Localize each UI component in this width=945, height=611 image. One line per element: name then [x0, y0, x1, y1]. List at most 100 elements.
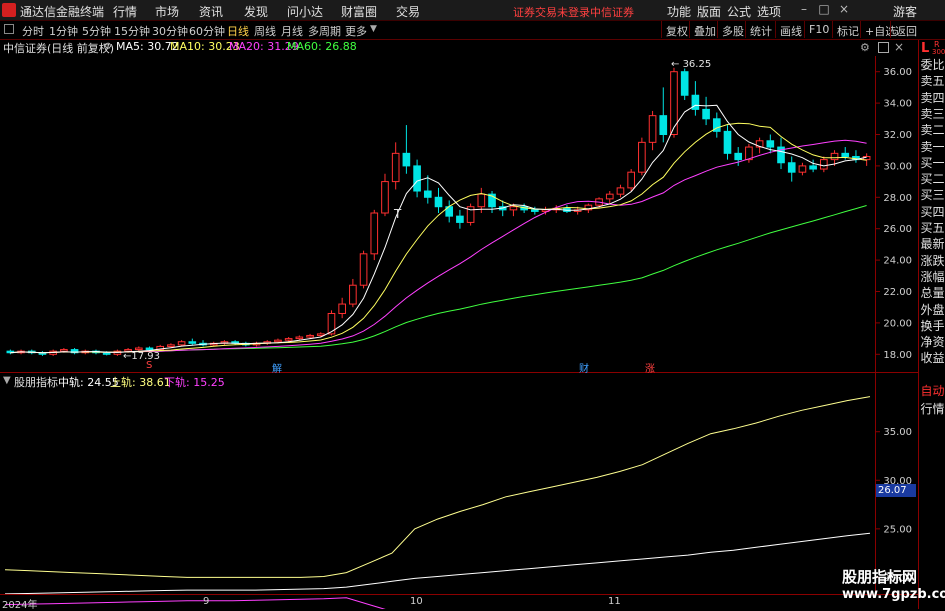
sidebar-item-12[interactable]: 涨跌 — [919, 253, 945, 269]
sidebar-item2-1[interactable]: 行情 — [919, 401, 945, 417]
candle-body-down — [102, 352, 111, 355]
sidebar-logo[interactable]: L — [921, 41, 929, 56]
low-price-label: ←17.93 — [123, 351, 161, 362]
candle-body-up — [798, 165, 807, 173]
sidebar-item-15[interactable]: 外盘 — [919, 302, 945, 318]
sidebar-item-1[interactable]: 卖五 — [919, 73, 945, 89]
sidebar-item-7[interactable]: 买二 — [919, 171, 945, 187]
price-tick-label: 34.00 — [883, 99, 912, 110]
price-tick-label: 20.00 — [883, 318, 912, 329]
price-tick-label: 22.00 — [883, 287, 912, 298]
price-tick-label: 28.00 — [883, 193, 912, 204]
sidebar-item-5[interactable]: 卖一 — [919, 139, 945, 155]
candle-body-down — [809, 165, 817, 170]
candle-body-down — [787, 162, 796, 173]
date-axis-divider — [0, 594, 918, 595]
indicator-title: 股朋指标 — [14, 376, 58, 389]
candle-body-up — [134, 347, 143, 351]
candle-body-up — [605, 193, 614, 200]
candle-body-up — [381, 181, 389, 214]
sidebar-item-18[interactable]: 收益 — [919, 350, 945, 366]
sidebar-item-6[interactable]: 买一 — [919, 155, 945, 171]
date-label-oct: 10 — [410, 596, 423, 607]
candle-body-up — [670, 71, 678, 135]
indicator-lower: 下轨: 15.25 — [164, 376, 225, 389]
ma5-line — [10, 104, 867, 354]
date-label-nov: 11 — [608, 596, 621, 607]
candle-body-down — [659, 115, 668, 136]
candle-body-down — [434, 196, 443, 208]
high-price-label: ← 36.25 — [671, 59, 712, 70]
candle-body-up — [60, 349, 68, 352]
sidebar-logo-num: 300 — [932, 48, 945, 56]
candle-body-down — [734, 152, 743, 161]
candle-body-up — [627, 171, 635, 189]
candle-body-up — [648, 115, 657, 143]
candle-body-down — [702, 108, 710, 120]
sidebar-item-13[interactable]: 涨幅 — [919, 269, 945, 285]
event-marker-s[interactable]: S — [146, 360, 152, 371]
event-marker-limit-up[interactable]: 涨 — [645, 360, 655, 375]
sidebar-item2-0[interactable]: 自动 — [919, 383, 945, 399]
candle-body-up — [177, 341, 186, 346]
indicator-tick-label: 35.00 — [883, 427, 912, 438]
candle-body-down — [402, 152, 411, 167]
event-marker-financial[interactable]: 财 — [579, 360, 589, 375]
sidebar-item-0[interactable]: 委比 — [919, 57, 945, 73]
indicator-line-mid — [4, 532, 871, 595]
price-tick-label: 36.00 — [883, 67, 912, 78]
candle-body-up — [820, 159, 828, 170]
sidebar-item-11[interactable]: 最新 — [919, 236, 945, 252]
candle-body-up — [327, 312, 336, 335]
candle-body-down — [145, 347, 154, 351]
candle-body-up — [391, 152, 400, 183]
candle-body-up — [509, 206, 518, 211]
candle-body-up — [338, 303, 346, 314]
candle-body-down — [723, 130, 732, 154]
indicator-line-lower — [4, 597, 386, 609]
candle-body-up — [830, 152, 839, 161]
candle-body-up — [349, 284, 357, 305]
candle-body-up — [274, 339, 282, 343]
candle-body-down — [456, 215, 464, 223]
candle-body-up — [616, 187, 625, 195]
candle-body-down — [841, 152, 850, 157]
sidebar-item-2[interactable]: 卖四 — [919, 90, 945, 106]
candle-body-down — [413, 165, 421, 192]
sidebar-item-17[interactable]: 净资 — [919, 334, 945, 350]
sidebar-item-14[interactable]: 总量 — [919, 285, 945, 301]
date-label-sep: 9 — [203, 596, 210, 607]
candle-body-up — [638, 141, 646, 173]
sidebar-item-9[interactable]: 买四 — [919, 204, 945, 220]
t-marker: T — [394, 207, 402, 221]
ma60-line — [10, 205, 867, 354]
indicator-upper: 上轨: 38.61 — [110, 376, 171, 389]
event-marker-unlock[interactable]: 解 — [272, 360, 282, 375]
axis-divider — [875, 56, 876, 594]
candle-body-up — [370, 212, 379, 255]
candle-body-up — [284, 338, 293, 341]
indicator-toggle-icon[interactable]: ▼ — [3, 375, 11, 386]
sidebar-item-4[interactable]: 卖二 — [919, 122, 945, 138]
candle-body-down — [766, 140, 775, 148]
sidebar-item-16[interactable]: 换手 — [919, 318, 945, 334]
candle-body-up — [477, 193, 486, 208]
sidebar-item-8[interactable]: 买三 — [919, 187, 945, 203]
sidebar-item-3[interactable]: 卖三 — [919, 106, 945, 122]
candle-body-up — [167, 344, 175, 347]
indicator-line-upper — [4, 396, 871, 578]
right-sidebar: L R 300 委比 卖五 卖四 卖三 卖二 卖一 买一 买二 买三 买四 买五 最新 涨跌 涨幅 总量 外盘… — [918, 40, 945, 609]
watermark-title: 股朋指标网 — [842, 568, 918, 586]
watermark-url: www.7gpzb.com — [842, 587, 945, 602]
indicator-tick-label: 25.00 — [883, 524, 912, 535]
candle-body-up — [359, 253, 368, 286]
price-tick-label: 24.00 — [883, 256, 912, 267]
panel-divider[interactable] — [0, 372, 918, 373]
price-tick-label: 26.00 — [883, 224, 912, 235]
candle-body-down — [531, 209, 539, 212]
candle-body-down — [423, 190, 432, 198]
candle-body-up — [306, 334, 314, 338]
stock-chart[interactable]: 18.00 20.00 22.00 24.00 26.00 28.00 30.00 32.00… — [0, 0, 918, 609]
sidebar-item-10[interactable]: 买五 — [919, 220, 945, 236]
ma20-line — [10, 139, 867, 354]
